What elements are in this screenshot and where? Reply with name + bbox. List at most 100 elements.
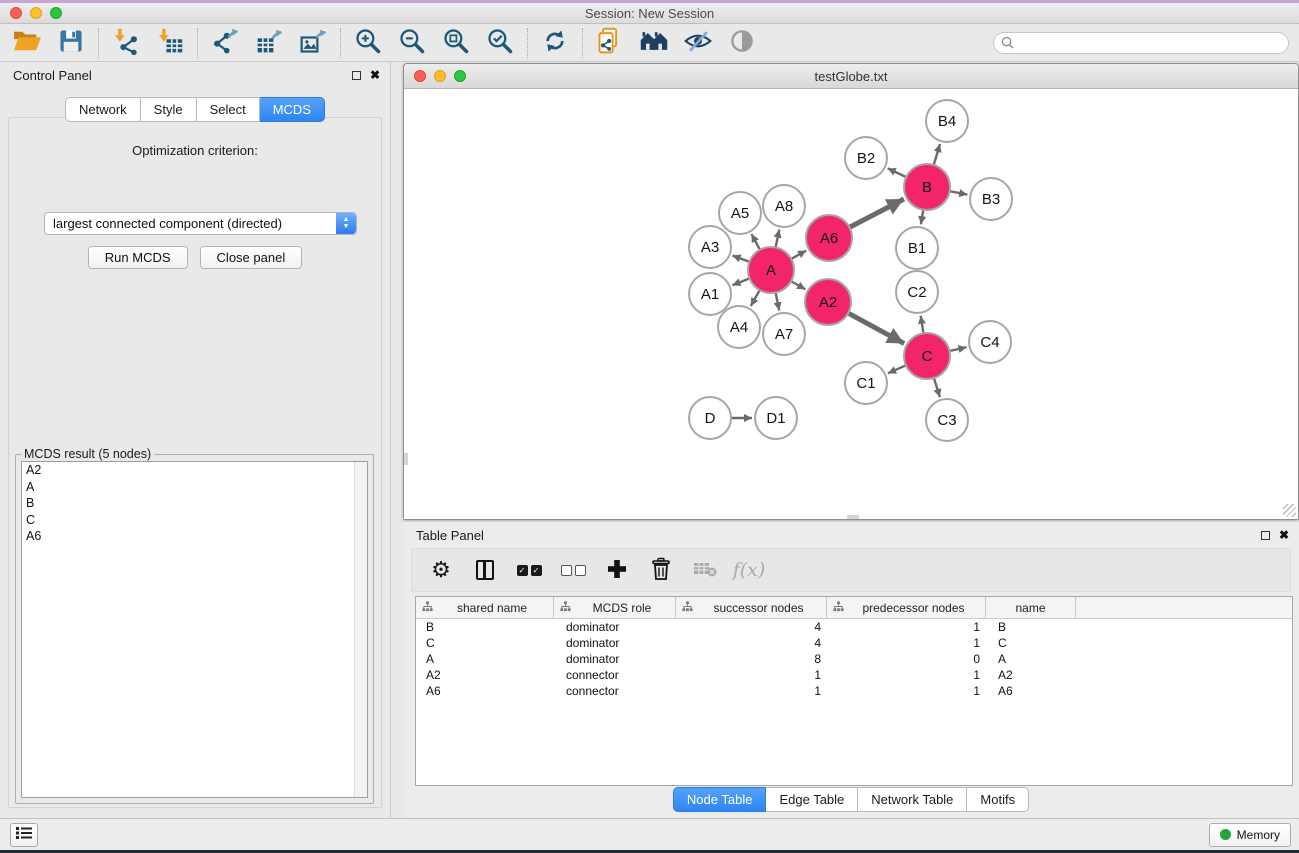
graph-node-A1[interactable]: A1 xyxy=(689,273,731,315)
mcds-result-item[interactable]: A xyxy=(22,479,367,496)
export-table-button[interactable] xyxy=(251,27,287,59)
close-panel-button[interactable]: Close panel xyxy=(200,246,303,269)
network-canvas[interactable]: B4 B2 B B3 A5A8A6 A3 B1 A A1 C2 A2 A4A7 C4 C C1 D D1 C3 xyxy=(404,89,1298,519)
tab-mcds[interactable]: MCDS xyxy=(260,97,325,122)
graph-node-B1[interactable]: B1 xyxy=(896,227,938,269)
column-header-predecessor-nodes[interactable]: predecessor nodes xyxy=(827,597,986,618)
graph-edge-B-B1[interactable] xyxy=(921,210,923,225)
graph-node-D[interactable]: D xyxy=(689,397,731,439)
graph-node-A8[interactable]: A8 xyxy=(763,185,805,227)
run-mcds-button[interactable]: Run MCDS xyxy=(88,246,188,269)
delete-button[interactable] xyxy=(646,555,676,585)
graph-node-A3[interactable]: A3 xyxy=(689,226,731,268)
graph-node-A5[interactable]: A5 xyxy=(719,192,761,234)
graph-edge-A2-C[interactable] xyxy=(848,313,904,344)
select-all-button[interactable]: ✓✓ xyxy=(514,555,544,585)
graph-node-B4[interactable]: B4 xyxy=(926,100,968,142)
optimization-criterion-dropdown[interactable]: largest connected component (directed) ▲… xyxy=(44,212,357,235)
zoom-out-button[interactable] xyxy=(394,27,430,59)
column-header-mcds-role[interactable]: MCDS role xyxy=(554,597,676,618)
graph-node-B[interactable]: B xyxy=(904,164,950,210)
table-row[interactable]: Bdominator41B xyxy=(416,619,1292,635)
tab-network[interactable]: Network xyxy=(65,97,141,122)
tab-network-table[interactable]: Network Table xyxy=(858,787,967,812)
tab-select[interactable]: Select xyxy=(197,97,260,122)
graph-node-C2[interactable]: C2 xyxy=(896,271,938,313)
refresh-layout-button[interactable] xyxy=(537,27,573,59)
graph-node-A2[interactable]: A2 xyxy=(805,279,851,325)
graph-edge-A-A8[interactable] xyxy=(776,230,780,248)
zoom-selected-button[interactable] xyxy=(482,27,518,59)
graph-edge-A-A6[interactable] xyxy=(791,251,806,259)
import-table-button[interactable] xyxy=(152,27,188,59)
graph-edge-A6-B[interactable] xyxy=(849,199,904,227)
graph-edge-A-A2[interactable] xyxy=(791,281,805,289)
deselect-all-button[interactable] xyxy=(558,555,588,585)
graph-node-B3[interactable]: B3 xyxy=(970,178,1012,220)
home-button[interactable] xyxy=(636,27,672,59)
mcds-list-scrollbar[interactable] xyxy=(354,462,367,797)
mcds-result-item[interactable]: C xyxy=(22,512,367,529)
graph-edge-A-A5[interactable] xyxy=(751,234,760,250)
table-row[interactable]: A2connector11A2 xyxy=(416,667,1292,683)
graph-edge-C-C1[interactable] xyxy=(888,365,906,373)
canvas-vscroll-thumb[interactable] xyxy=(404,453,408,465)
mcds-result-item[interactable]: A2 xyxy=(22,462,367,479)
table-row[interactable]: A6connector11A6 xyxy=(416,683,1292,699)
table-row[interactable]: Cdominator41C xyxy=(416,635,1292,651)
graph-node-A6[interactable]: A6 xyxy=(806,215,852,261)
open-file-button[interactable] xyxy=(9,27,45,59)
graph-node-C3[interactable]: C3 xyxy=(926,399,968,441)
graph-edge-A-A3[interactable] xyxy=(732,255,749,261)
tab-motifs[interactable]: Motifs xyxy=(967,787,1029,812)
graph-node-C[interactable]: C xyxy=(904,333,950,379)
graph-node-A[interactable]: A xyxy=(748,247,794,293)
graph-edge-A-A7[interactable] xyxy=(776,293,780,311)
show-columns-button[interactable] xyxy=(470,555,500,585)
close-table-panel-icon[interactable]: ✖ xyxy=(1279,529,1289,541)
table-settings-button[interactable]: ⚙ xyxy=(426,555,456,585)
tab-style[interactable]: Style xyxy=(141,97,197,122)
graph-edge-B-B4[interactable] xyxy=(934,144,940,165)
tab-edge-table[interactable]: Edge Table xyxy=(766,787,858,812)
column-header-shared-name[interactable]: shared name xyxy=(416,597,554,618)
graph-node-A7[interactable]: A7 xyxy=(763,313,805,355)
canvas-hscroll-thumb[interactable] xyxy=(847,515,859,519)
search-input[interactable] xyxy=(993,32,1289,54)
mcds-result-item[interactable]: B xyxy=(22,495,367,512)
float-panel-icon[interactable] xyxy=(352,71,361,80)
graph-edge-A-A4[interactable] xyxy=(751,290,760,306)
graph-edge-C-C2[interactable] xyxy=(921,316,924,334)
import-network-button[interactable] xyxy=(108,27,144,59)
memory-button[interactable]: Memory xyxy=(1209,823,1291,847)
zoom-in-button[interactable] xyxy=(350,27,386,59)
mcds-result-item[interactable]: A6 xyxy=(22,528,367,545)
window-resize-handle[interactable] xyxy=(1283,504,1296,517)
close-panel-icon[interactable]: ✖ xyxy=(370,69,380,81)
column-header-name[interactable]: name xyxy=(986,597,1076,618)
save-session-button[interactable] xyxy=(53,27,89,59)
float-table-panel-icon[interactable] xyxy=(1261,531,1270,540)
hide-details-button[interactable] xyxy=(680,27,716,59)
graph-edge-B-B3[interactable] xyxy=(950,191,968,194)
graph-node-C4[interactable]: C4 xyxy=(969,321,1011,363)
tab-node-table[interactable]: Node Table xyxy=(673,787,767,812)
graph-edge-A-A1[interactable] xyxy=(732,278,749,285)
new-network-from-selection-button[interactable] xyxy=(592,27,628,59)
graph-edge-C-C4[interactable] xyxy=(949,347,966,351)
graph-node-D1[interactable]: D1 xyxy=(755,397,797,439)
function-builder-button[interactable]: f(x) xyxy=(734,555,764,585)
add-column-button[interactable] xyxy=(602,555,632,585)
column-header-successor-nodes[interactable]: successor nodes xyxy=(676,597,827,618)
graph-node-C1[interactable]: C1 xyxy=(845,362,887,404)
graph-node-B2[interactable]: B2 xyxy=(845,137,887,179)
show-details-button[interactable] xyxy=(724,27,760,59)
delete-table-button[interactable] xyxy=(690,555,720,585)
show-log-button[interactable] xyxy=(10,823,38,847)
graph-edge-B-B2[interactable] xyxy=(888,168,907,177)
table-row[interactable]: Adominator80A xyxy=(416,651,1292,667)
graph-node-A4[interactable]: A4 xyxy=(718,306,760,348)
export-network-button[interactable] xyxy=(207,27,243,59)
graph-edge-C-C3[interactable] xyxy=(934,378,940,397)
export-image-button[interactable] xyxy=(295,27,331,59)
